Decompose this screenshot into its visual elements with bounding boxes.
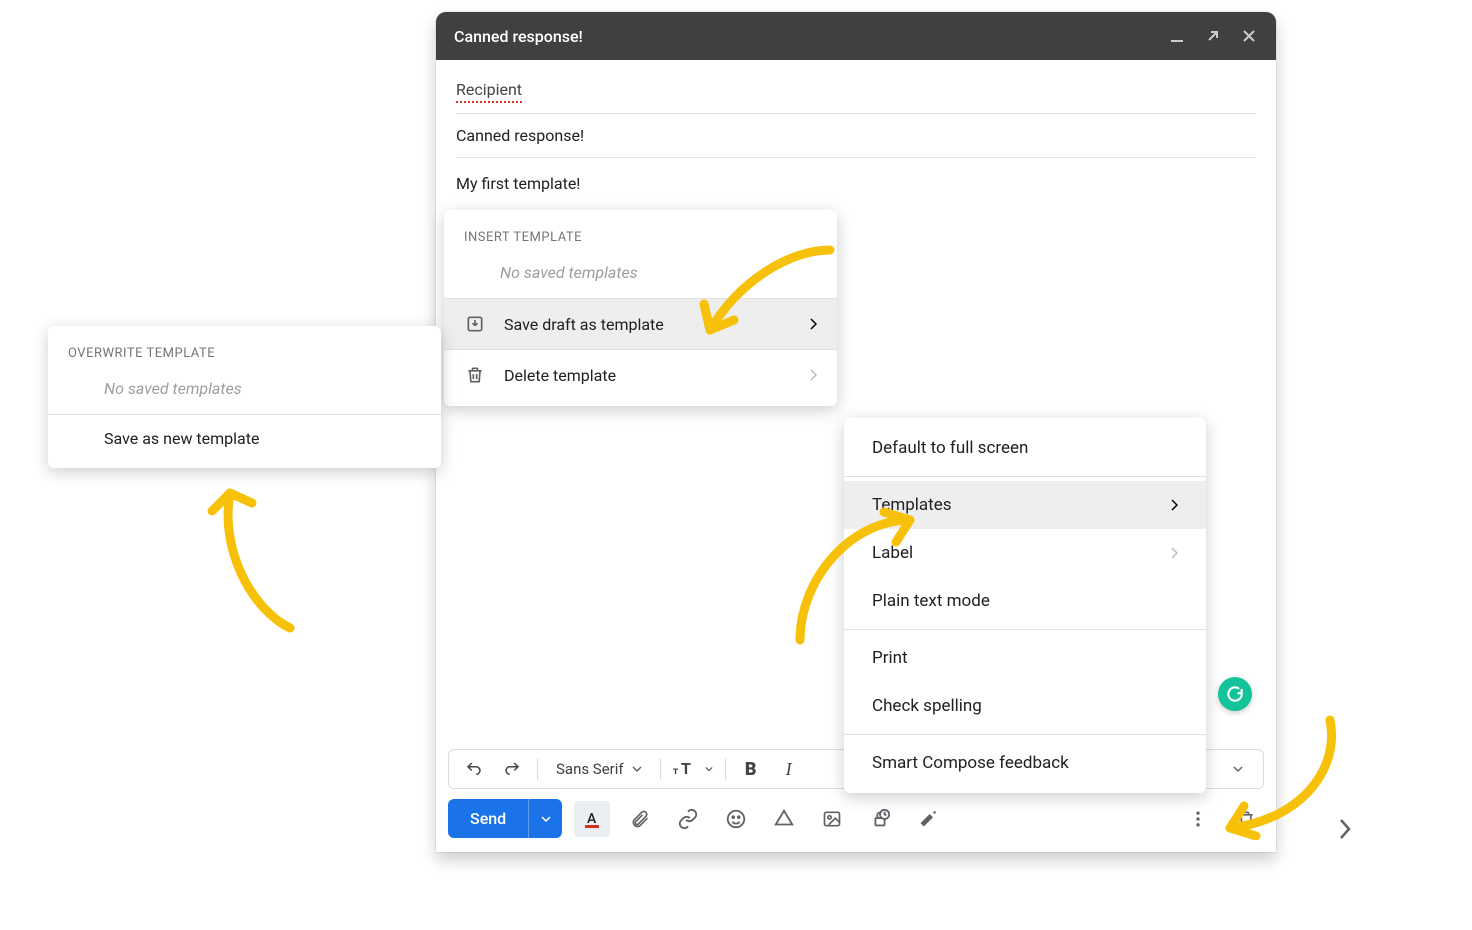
- chevron-right-icon: [1170, 499, 1178, 511]
- confidential-icon[interactable]: [862, 801, 898, 837]
- chevron-right-icon: [1170, 547, 1178, 559]
- menu-item-full-screen[interactable]: Default to full screen: [844, 424, 1206, 472]
- annotation-arrow: [200, 478, 310, 638]
- menu-item-print[interactable]: Print: [844, 634, 1206, 682]
- more-options-icon[interactable]: [1180, 801, 1216, 837]
- delete-draft-icon[interactable]: [1228, 801, 1264, 837]
- separator: [537, 758, 538, 780]
- more-options-menu: Default to full screen Templates Label P…: [844, 418, 1206, 793]
- compose-title: Canned response!: [454, 27, 583, 46]
- close-icon[interactable]: [1240, 27, 1258, 45]
- menu-divider: [844, 476, 1206, 477]
- svg-text:т: т: [673, 766, 678, 777]
- recipient-placeholder: Recipient: [456, 80, 522, 103]
- menu-label: Label: [872, 543, 913, 563]
- menu-label: Default to full screen: [872, 438, 1028, 458]
- send-more-button[interactable]: [528, 799, 562, 838]
- overwrite-empty-text: No saved templates: [48, 371, 441, 414]
- undo-icon[interactable]: [457, 752, 491, 786]
- font-name-label: Sans Serif: [556, 760, 624, 778]
- menu-item-templates[interactable]: Templates: [844, 481, 1206, 529]
- menu-label: Delete template: [504, 366, 616, 385]
- toolbar-more-icon[interactable]: [1221, 752, 1255, 786]
- menu-item-delete-template[interactable]: Delete template: [444, 350, 837, 400]
- compose-header: Canned response!: [436, 12, 1276, 60]
- menu-label: Smart Compose feedback: [872, 753, 1069, 773]
- svg-text:T: T: [681, 759, 691, 778]
- chevron-down-icon: [632, 764, 642, 774]
- send-bar: Send A: [436, 799, 1276, 852]
- trash-icon: [464, 364, 486, 386]
- link-icon[interactable]: [670, 801, 706, 837]
- font-selector[interactable]: Sans Serif: [546, 760, 652, 778]
- font-size-icon[interactable]: тT: [669, 752, 717, 786]
- bold-icon[interactable]: B: [734, 752, 768, 786]
- menu-label: Check spelling: [872, 696, 982, 716]
- emoji-icon[interactable]: [718, 801, 754, 837]
- separator: [660, 758, 661, 780]
- menu-label: Plain text mode: [872, 591, 990, 611]
- menu-label: Save as new template: [104, 429, 259, 448]
- templates-section-label: Insert template: [444, 216, 837, 255]
- attach-icon[interactable]: [622, 801, 658, 837]
- templates-submenu: Insert template No saved templates Save …: [444, 210, 837, 406]
- menu-divider: [844, 734, 1206, 735]
- overwrite-section-label: Overwrite Template: [48, 332, 441, 371]
- svg-text:A: A: [587, 811, 597, 827]
- send-button[interactable]: Send: [448, 799, 528, 838]
- menu-label: Templates: [872, 495, 952, 515]
- pen-icon[interactable]: [910, 801, 946, 837]
- popout-icon[interactable]: [1204, 27, 1222, 45]
- next-page-icon[interactable]: [1338, 818, 1352, 840]
- menu-item-save-new-template[interactable]: Save as new template: [48, 415, 441, 462]
- minimize-icon[interactable]: [1168, 27, 1186, 45]
- menu-item-plain-text[interactable]: Plain text mode: [844, 577, 1206, 625]
- recipient-row[interactable]: Recipient: [456, 70, 1256, 114]
- drive-icon[interactable]: [766, 801, 802, 837]
- menu-label: Print: [872, 648, 908, 668]
- window-controls: [1168, 27, 1258, 45]
- separator: [725, 758, 726, 780]
- chevron-right-icon: [809, 369, 817, 381]
- grammarly-badge[interactable]: [1218, 677, 1252, 711]
- menu-divider: [844, 629, 1206, 630]
- image-icon[interactable]: [814, 801, 850, 837]
- subject-field[interactable]: Canned response!: [456, 114, 1256, 158]
- menu-label: Save draft as template: [504, 315, 664, 334]
- redo-icon[interactable]: [495, 752, 529, 786]
- menu-item-smart-compose[interactable]: Smart Compose feedback: [844, 739, 1206, 787]
- templates-empty-text: No saved templates: [444, 255, 837, 298]
- chevron-right-icon: [809, 318, 817, 330]
- menu-item-label[interactable]: Label: [844, 529, 1206, 577]
- menu-item-save-draft-template[interactable]: Save draft as template: [444, 299, 837, 349]
- overwrite-submenu: Overwrite Template No saved templates Sa…: [48, 326, 441, 468]
- italic-icon[interactable]: I: [772, 752, 806, 786]
- save-icon: [464, 313, 486, 335]
- compose-fields: Recipient Canned response!: [436, 60, 1276, 158]
- send-button-group: Send: [448, 799, 562, 838]
- menu-item-check-spelling[interactable]: Check spelling: [844, 682, 1206, 730]
- text-color-icon[interactable]: A: [574, 801, 610, 837]
